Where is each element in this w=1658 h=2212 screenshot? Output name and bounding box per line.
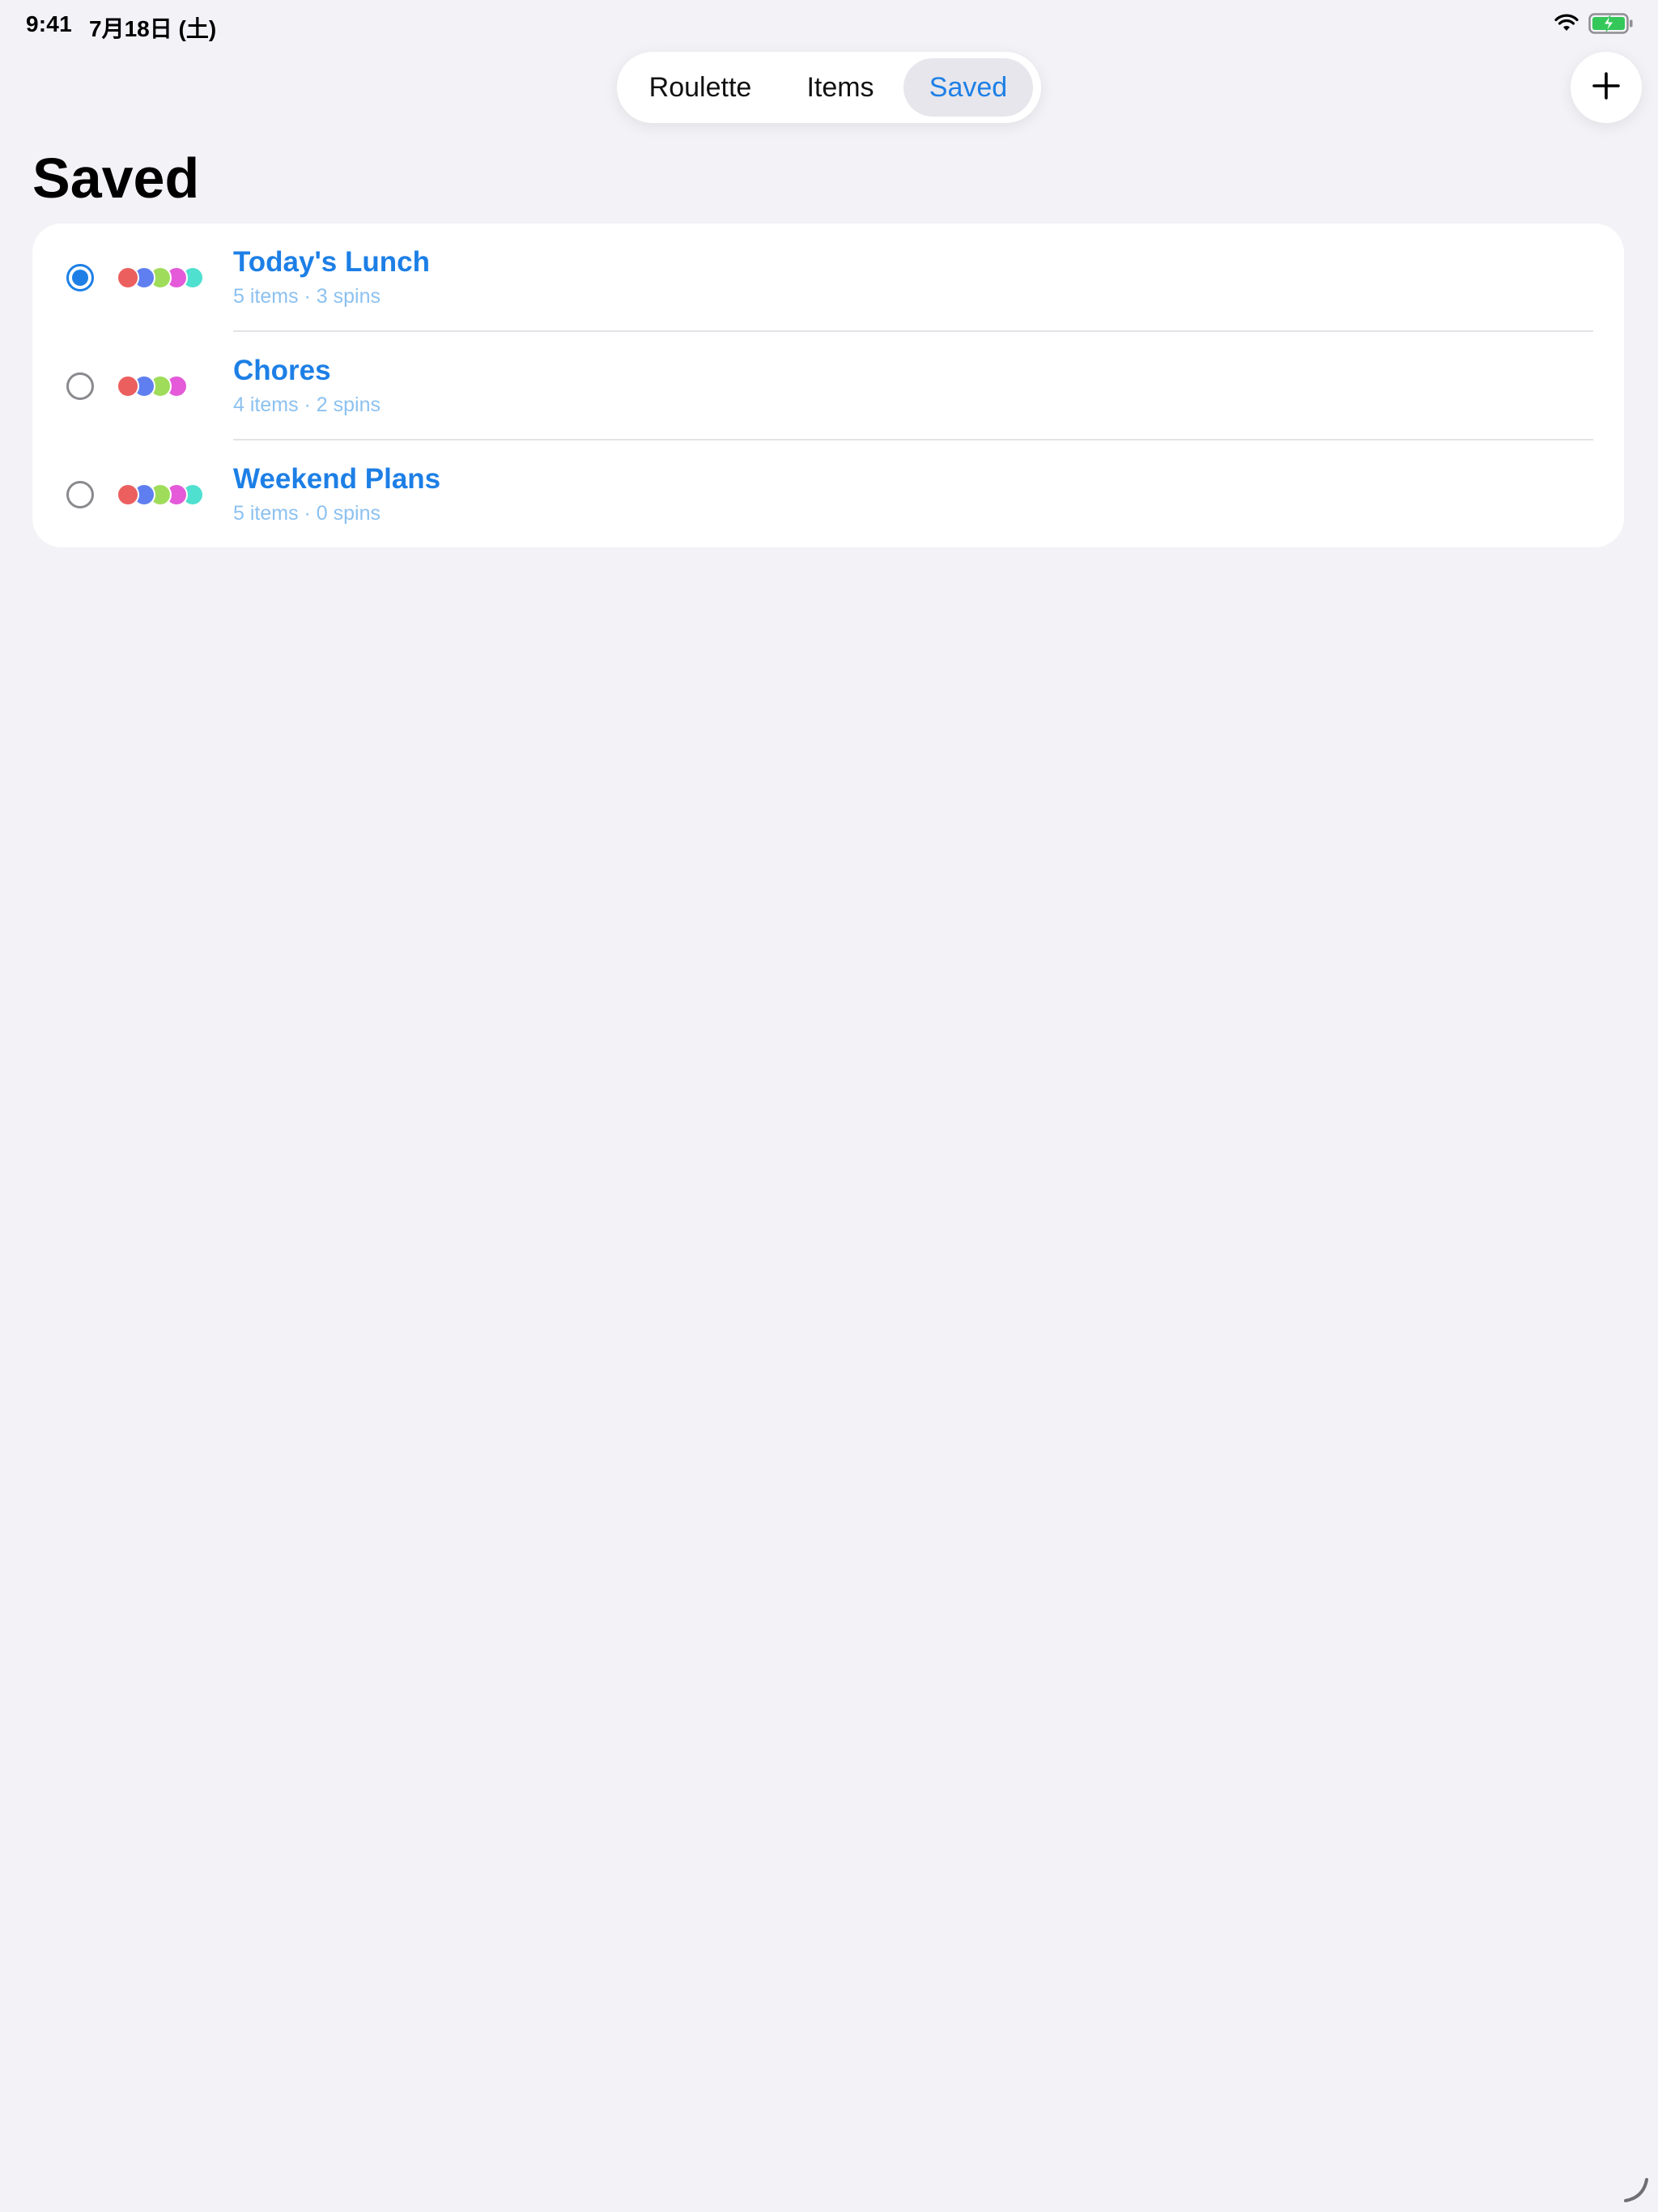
segmented-tab-bar: Roulette Items Saved: [617, 52, 1041, 123]
list-subtitle: 4 items · 2 spins: [233, 393, 381, 416]
corner-resize-handle-icon: [1619, 2173, 1652, 2206]
plus-icon: [1590, 70, 1622, 106]
list-title: Weekend Plans: [233, 463, 441, 495]
page-title: Saved: [32, 147, 200, 210]
list-title: Chores: [233, 355, 331, 386]
saved-list-row-chores[interactable]: Chores 4 items · 2 spins: [32, 332, 1624, 440]
add-button[interactable]: [1571, 52, 1642, 123]
list-subtitle: 5 items · 0 spins: [233, 502, 381, 525]
battery-charging-icon: [1588, 13, 1634, 38]
wifi-icon: [1554, 14, 1579, 37]
list-title: Today's Lunch: [233, 246, 430, 278]
list-subtitle: 5 items · 3 spins: [233, 285, 381, 308]
radio-button[interactable]: [66, 372, 94, 400]
tab-saved[interactable]: Saved: [903, 58, 1033, 117]
status-icons: [1554, 13, 1634, 38]
saved-list-row-weekend-plans[interactable]: Weekend Plans 5 items · 0 spins: [32, 440, 1624, 547]
color-dot: [117, 375, 139, 398]
tab-items[interactable]: Items: [777, 58, 903, 117]
saved-lists-card: Today's Lunch 5 items · 3 spins Chores 4…: [32, 223, 1624, 547]
radio-button[interactable]: [66, 264, 94, 291]
status-bar: 9:41 7月18日 (土): [0, 0, 1658, 52]
status-date: 7月18日 (土): [89, 16, 217, 41]
saved-list-row-todays-lunch[interactable]: Today's Lunch 5 items · 3 spins: [32, 223, 1624, 332]
radio-button[interactable]: [66, 481, 94, 508]
color-dot: [117, 266, 139, 289]
color-dot: [117, 483, 139, 506]
tab-roulette[interactable]: Roulette: [623, 58, 777, 117]
status-time: 9:41: [26, 11, 72, 36]
